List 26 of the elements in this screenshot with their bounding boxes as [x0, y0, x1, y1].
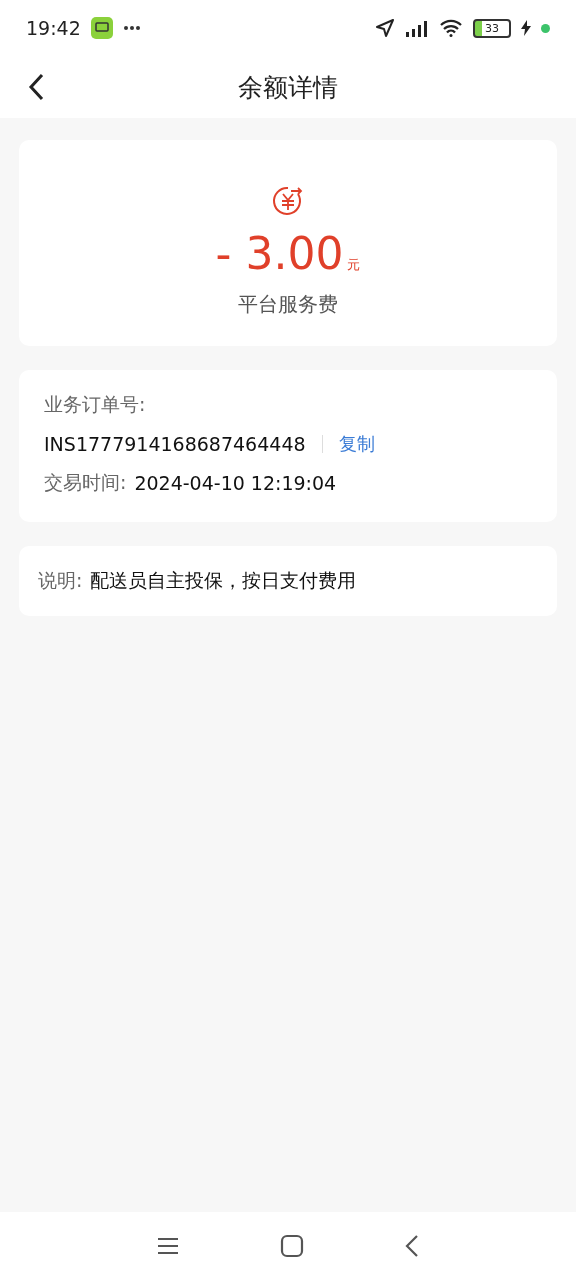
yuan-transfer-icon: [271, 184, 305, 218]
app-icon: [90, 17, 113, 39]
status-time: 19:42: [26, 17, 81, 39]
signal-icon: [405, 19, 429, 37]
wifi-icon: [439, 19, 463, 37]
menu-icon[interactable]: [156, 1236, 180, 1256]
note-text: 配送员自主投保，按日支付费用: [90, 568, 357, 593]
page-title: 余额详情: [237, 71, 339, 104]
amount-value: - 3.00: [215, 228, 344, 279]
back-button[interactable]: [28, 73, 44, 101]
back-icon[interactable]: [404, 1234, 420, 1258]
copy-link[interactable]: 复制: [338, 432, 375, 456]
order-number: INS1777914168687464448: [44, 433, 306, 455]
note-label: 说明:: [38, 568, 83, 593]
more-icon: [122, 25, 141, 31]
time-label: 交易时间:: [44, 470, 127, 495]
battery-indicator: 33: [473, 18, 511, 38]
transaction-type: 平台服务费: [238, 291, 338, 318]
currency-unit: 元: [347, 256, 361, 274]
status-dot-icon: [541, 23, 550, 33]
transaction-time: 2024-04-10 12:19:04: [134, 472, 337, 494]
location-icon: [375, 18, 395, 38]
chevron-left-icon: [28, 73, 44, 101]
order-number-label: 业务订单号:: [44, 392, 147, 417]
charging-icon: [521, 20, 531, 36]
home-icon[interactable]: [280, 1234, 304, 1258]
